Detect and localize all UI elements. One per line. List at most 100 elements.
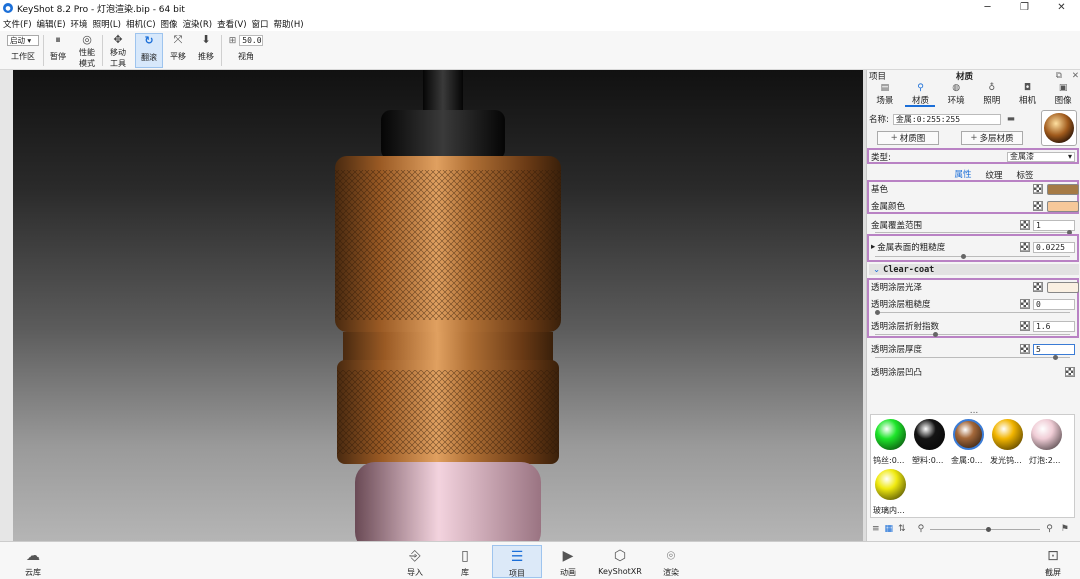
tab-environment[interactable]: ◍ 环境 xyxy=(941,83,971,107)
metal-roughness-input[interactable]: 0.0225 xyxy=(1033,241,1075,253)
library-ball-5[interactable] xyxy=(875,469,906,500)
cc-bump-label: 透明涂层凹凸 xyxy=(871,368,923,378)
workspace-control[interactable]: 启动 ▾ 工作区 xyxy=(6,33,40,68)
add-icon: + xyxy=(890,133,898,143)
base-color-swatch[interactable] xyxy=(1047,183,1079,195)
texture-map-icon[interactable] xyxy=(1020,242,1030,252)
play-icon: ▶ xyxy=(562,548,574,564)
type-label: 类型: xyxy=(871,153,891,163)
camera-icon: ◘ xyxy=(1023,83,1032,93)
minimize-button[interactable]: ─ xyxy=(969,0,1006,16)
metal-roughness-slider[interactable] xyxy=(875,254,1070,259)
multi-layer-button[interactable]: + 多层材质 xyxy=(961,131,1023,145)
import-button[interactable]: ⎆ 导入 xyxy=(400,545,430,578)
performance-mode-button[interactable]: ◎ 性能 模式 xyxy=(74,33,100,68)
pan-button[interactable]: ⤧ 平移 xyxy=(166,33,190,68)
workspace-select[interactable]: 启动 ▾ xyxy=(7,35,39,46)
project-button[interactable]: ☰ 项目 xyxy=(492,545,542,578)
texture-map-icon[interactable] xyxy=(1020,344,1030,354)
zoom-out-icon[interactable]: ⚲ xyxy=(918,524,925,534)
metal-color-swatch[interactable] xyxy=(1047,200,1079,212)
library-ball-1[interactable] xyxy=(914,419,945,450)
library-ball-0[interactable] xyxy=(875,419,906,450)
texture-map-icon[interactable] xyxy=(1033,184,1043,194)
close-button[interactable]: ✕ xyxy=(1043,0,1080,16)
render-viewport[interactable] xyxy=(13,70,863,541)
library-button[interactable]: ▯ 库 xyxy=(450,545,480,578)
menu-bar: 文件(F) 编辑(E) 环境 照明(L) 相机(C) 图像 渲染(R) 查看(V… xyxy=(0,16,1080,31)
add-icon: + xyxy=(970,133,978,143)
cc-roughness-slider[interactable] xyxy=(875,310,1070,315)
move-tool-button[interactable]: ✥ 移动 工具 xyxy=(105,33,131,68)
menu-image[interactable]: 图像 xyxy=(161,18,178,30)
tab-lighting[interactable]: ♁ 照明 xyxy=(977,83,1007,107)
texture-map-icon[interactable] xyxy=(1020,321,1030,331)
cc-ior-input[interactable]: 1.6 xyxy=(1033,320,1075,332)
dolly-button[interactable]: ⬇ 推移 xyxy=(194,33,218,68)
save-icon[interactable]: ▬ xyxy=(1007,114,1015,124)
menu-edit[interactable]: 编辑(E) xyxy=(37,18,66,30)
fov-input[interactable]: 50.0 xyxy=(239,35,264,46)
expand-arrow-icon[interactable]: ⌄ xyxy=(873,265,880,275)
material-graph-button[interactable]: + 材质图 xyxy=(877,131,939,145)
filter-icon[interactable]: ⚑ xyxy=(1061,524,1069,534)
menu-lighting[interactable]: 照明(L) xyxy=(93,18,121,30)
texture-map-icon[interactable] xyxy=(1020,299,1030,309)
ring-shape xyxy=(343,332,553,362)
tab-scene[interactable]: ▤ 场景 xyxy=(870,83,900,107)
texture-map-icon[interactable] xyxy=(1020,220,1030,230)
collapse-arrow-icon[interactable]: ▸ xyxy=(871,242,875,252)
pause-button[interactable]: ⏸ 暂停 xyxy=(46,33,70,68)
menu-help[interactable]: 帮助(H) xyxy=(274,18,304,30)
cc-thickness-slider[interactable] xyxy=(875,355,1070,360)
render-button[interactable]: ⌾ 渲染 xyxy=(656,545,686,578)
tab-camera[interactable]: ◘ 相机 xyxy=(1012,83,1042,107)
bulb-shape xyxy=(355,462,541,541)
cloud-library-button[interactable]: ☁ 云库 xyxy=(18,545,48,578)
float-icon[interactable]: ⧉ xyxy=(1056,71,1062,81)
grid-view-icon[interactable]: ▦ xyxy=(885,524,894,534)
cable-shape xyxy=(423,70,463,110)
sort-icon[interactable]: ⇅ xyxy=(898,524,906,534)
texture-map-icon[interactable] xyxy=(1033,201,1043,211)
tab-material[interactable]: ⚲ 材质 xyxy=(905,83,936,107)
cc-gloss-swatch[interactable] xyxy=(1047,281,1079,293)
menu-window[interactable]: 窗口 xyxy=(252,18,269,30)
tab-image[interactable]: ▣ 图像 xyxy=(1048,83,1078,107)
menu-view[interactable]: 查看(V) xyxy=(217,18,246,30)
type-select[interactable]: 金属漆 ▾ xyxy=(1007,152,1075,162)
fov-icon: ⊞ xyxy=(228,35,237,46)
tumble-icon: ↻ xyxy=(144,34,154,47)
screenshot-button[interactable]: ⊡ 截屏 xyxy=(1038,545,1068,578)
cap-shape xyxy=(381,110,505,160)
metal-coverage-input[interactable]: 1 xyxy=(1033,219,1075,231)
metal-coverage-slider[interactable] xyxy=(875,230,1072,235)
list-view-icon[interactable]: ≡ xyxy=(872,524,880,534)
library-ball-2[interactable] xyxy=(953,419,984,450)
metal-roughness-label: 金属表面的粗糙度 xyxy=(877,243,946,253)
menu-file[interactable]: 文件(F) xyxy=(3,18,32,30)
material-name-input[interactable]: 金属:0:255:255 xyxy=(892,113,1001,125)
project-tabs: ▤ 场景 ⚲ 材质 ◍ 环境 ♁ 照明 ◘ 相机 ▣ 图像 xyxy=(867,83,1080,107)
texture-map-icon[interactable] xyxy=(1065,367,1075,377)
library-ball-4[interactable] xyxy=(1031,419,1062,450)
menu-render[interactable]: 渲染(R) xyxy=(183,18,213,30)
workspace-label: 工作区 xyxy=(11,52,35,61)
texture-map-icon[interactable] xyxy=(1033,282,1043,292)
animation-button[interactable]: ▶ 动画 xyxy=(553,545,583,578)
library-label-0: 钨丝:0... xyxy=(873,456,905,465)
panel-close-icon[interactable]: ✕ xyxy=(1072,71,1079,81)
cc-thickness-input[interactable]: 5 xyxy=(1033,343,1075,355)
toolbar: 启动 ▾ 工作区 ⏸ 暂停 ◎ 性能 模式 ✥ 移动 工具 ↻ 翻滚 ⤧ 平移 … xyxy=(0,31,1080,70)
zoom-in-icon[interactable]: ⚲ xyxy=(1046,524,1053,534)
thumbnail-size-slider[interactable] xyxy=(930,526,1041,532)
restore-button[interactable]: ❐ xyxy=(1006,0,1043,16)
keyshotxr-button[interactable]: ⬡ KeyShotXR xyxy=(596,545,644,578)
cc-ior-slider[interactable] xyxy=(875,332,1070,337)
library-ball-3[interactable] xyxy=(992,419,1023,450)
menu-camera[interactable]: 相机(C) xyxy=(126,18,156,30)
clearcoat-header[interactable]: Clear-coat xyxy=(883,265,934,275)
cc-roughness-input[interactable]: 0 xyxy=(1033,298,1075,310)
menu-environment[interactable]: 环境 xyxy=(71,18,88,30)
tumble-button[interactable]: ↻ 翻滚 xyxy=(135,33,163,68)
